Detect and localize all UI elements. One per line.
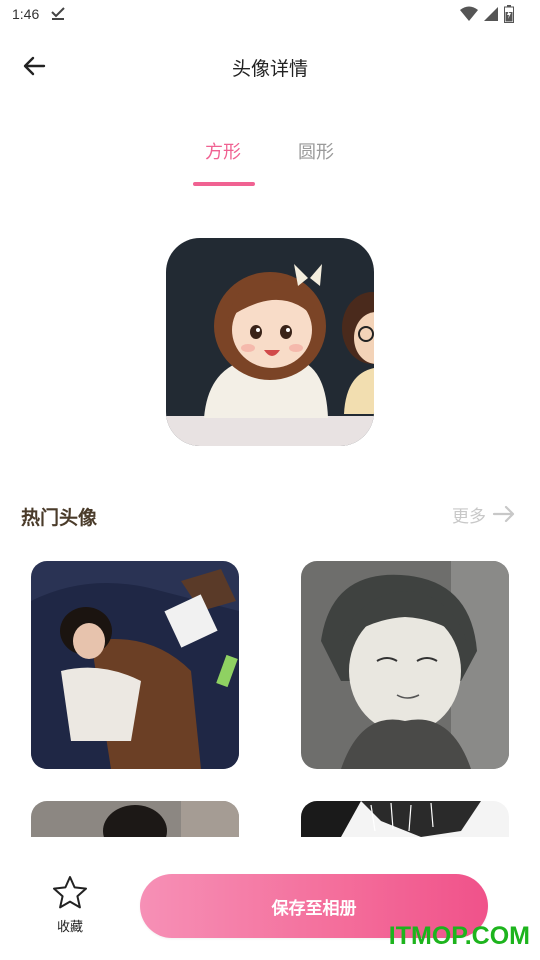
avatar-preview <box>166 238 374 446</box>
arrow-right-icon <box>492 505 515 523</box>
favorite-label: 收藏 <box>56 920 83 935</box>
page-title: 头像详情 <box>231 58 308 80</box>
bottom-bar: 收藏 保存至相册 ITMOP.COM <box>0 840 540 960</box>
avatar-thumb[interactable] <box>301 561 509 769</box>
avatar-thumb[interactable] <box>31 801 239 837</box>
avatar-thumb[interactable] <box>31 561 239 769</box>
avatar-thumb-image <box>301 561 509 769</box>
status-bar: 1:46 <box>0 0 540 32</box>
avatar-thumb-image <box>31 561 239 769</box>
avatar-thumb[interactable] <box>301 801 509 837</box>
status-time: 1:46 <box>12 6 40 22</box>
shape-tabs: 方形 圆形 <box>0 138 540 190</box>
wifi-icon <box>460 6 478 21</box>
status-icons <box>460 5 514 23</box>
favorite-button[interactable]: 收藏 <box>44 874 96 938</box>
signal-icon <box>484 7 498 21</box>
watermark: ITMOP.COM <box>388 922 530 950</box>
tab-round[interactable]: 圆形 <box>298 138 334 164</box>
section-title-hot: 热门头像 <box>21 507 98 529</box>
download-done-icon <box>51 7 65 20</box>
star-outline-icon <box>53 876 87 909</box>
avatar-thumb-image <box>31 801 239 837</box>
tab-square[interactable]: 方形 <box>205 138 241 164</box>
avatar-preview-image <box>166 238 374 446</box>
battery-icon <box>504 5 514 23</box>
more-label: 更多 <box>452 506 486 527</box>
avatar-thumb-image <box>301 801 509 837</box>
tab-indicator <box>193 182 255 186</box>
more-link[interactable]: 更多 <box>452 500 516 528</box>
app-header: 头像详情 <box>0 40 540 92</box>
